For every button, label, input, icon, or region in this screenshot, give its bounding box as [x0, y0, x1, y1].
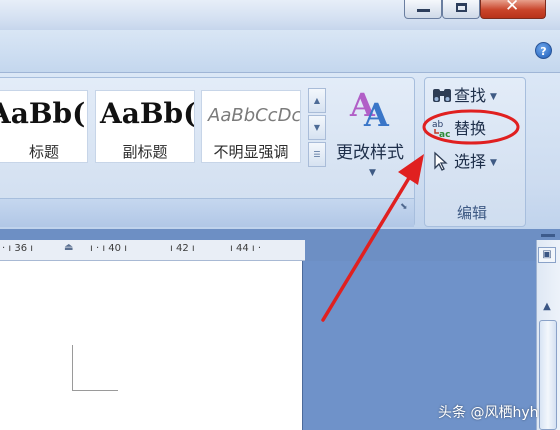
annotation-overlay — [321, 109, 520, 322]
watermark-text: 头条 @风栖hyh — [438, 405, 539, 421]
highlight-ellipse — [422, 109, 520, 145]
annotation-arrow-head — [398, 154, 424, 185]
annotation-arrow-shaft — [321, 171, 414, 322]
